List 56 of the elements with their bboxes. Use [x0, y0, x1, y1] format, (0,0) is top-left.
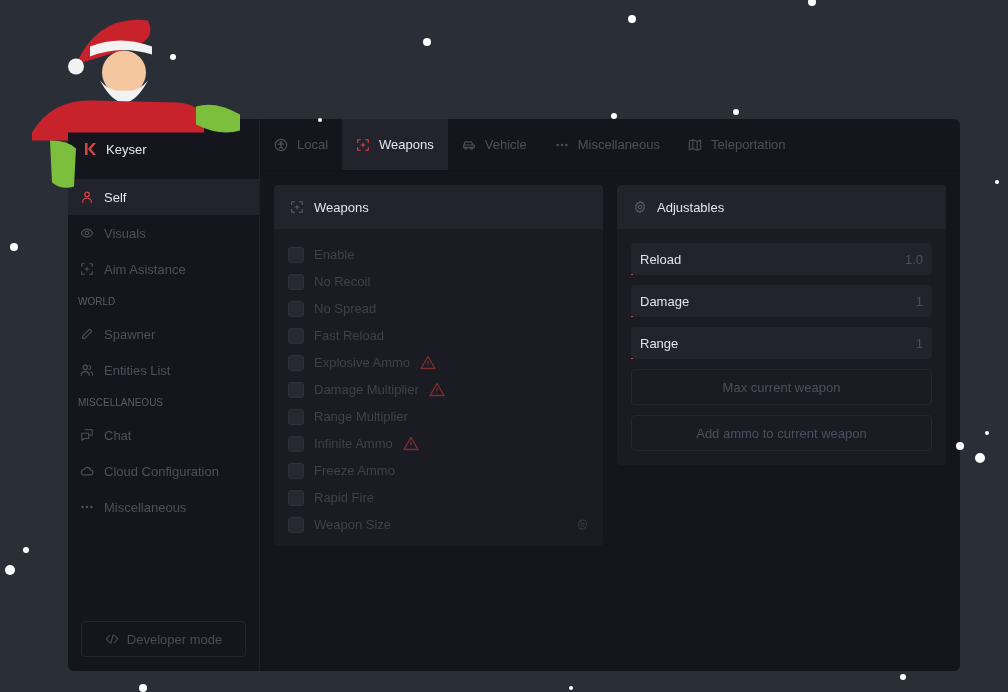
snowflake — [5, 565, 15, 575]
snowflake — [985, 431, 989, 435]
sidebar-item[interactable]: Self — [68, 179, 259, 215]
settings-icon[interactable] — [576, 518, 589, 531]
sidebar-item[interactable]: Cloud Configuration — [68, 453, 259, 489]
slider-label: Reload — [640, 251, 682, 267]
settings-icon — [633, 200, 647, 214]
panel-title: Weapons — [314, 199, 369, 215]
sidebar-item[interactable]: Chat — [68, 417, 259, 453]
panel-title: Adjustables — [657, 199, 725, 215]
slider-label: Range — [640, 335, 679, 351]
snowflake — [900, 674, 906, 680]
section-label: WORLD — [77, 295, 117, 309]
snowflake — [10, 243, 18, 251]
snowflake — [956, 442, 964, 450]
action-button[interactable]: Max current weapon — [631, 369, 932, 405]
sidebar-item[interactable]: Aim Asistance — [68, 251, 259, 287]
snowflake — [139, 684, 147, 692]
tab[interactable]: Local — [260, 119, 343, 170]
snowflake — [170, 54, 176, 60]
crosshair-icon — [356, 137, 371, 152]
snowflake — [975, 453, 985, 463]
sidebar-item[interactable]: Miscellaneous — [68, 489, 259, 525]
chat-icon — [80, 428, 94, 442]
snowflake — [808, 0, 816, 6]
snowflake — [23, 547, 29, 553]
sidebar-item[interactable]: Visuals — [68, 215, 259, 251]
users-icon — [80, 363, 94, 377]
slider-label: Damage — [640, 293, 690, 309]
map-icon — [688, 137, 703, 152]
section-label: MISCELLANEOUS — [77, 396, 165, 410]
brand-name: Keyser — [106, 141, 147, 157]
code-icon — [104, 632, 119, 646]
pencil-icon — [80, 327, 94, 341]
tab[interactable]: Miscellaneous — [540, 119, 675, 170]
snowflake — [569, 686, 573, 690]
tab[interactable]: Teleportation — [674, 119, 800, 170]
action-button[interactable]: Add ammo to current weapon — [631, 415, 932, 451]
developer-mode-button[interactable]: Developer mode — [81, 621, 246, 657]
snowflake — [995, 180, 999, 184]
snowflake — [318, 118, 322, 122]
cloud-icon — [80, 464, 94, 478]
crosshair-icon — [290, 200, 304, 214]
crosshair-icon — [80, 262, 94, 276]
sidebar-item[interactable]: Entities List — [68, 352, 259, 388]
person-icon — [80, 190, 94, 204]
tab[interactable]: Vehicle — [447, 119, 541, 170]
snowflake — [423, 38, 431, 46]
sidebar-item[interactable]: Spawner — [68, 316, 259, 352]
tab[interactable]: Weapons — [342, 119, 448, 170]
snowflake — [628, 15, 636, 23]
snowflake — [733, 109, 739, 115]
logo-icon — [84, 142, 98, 156]
eye-icon — [80, 226, 94, 240]
snowflake — [611, 113, 617, 119]
person-circle-icon — [274, 137, 288, 152]
